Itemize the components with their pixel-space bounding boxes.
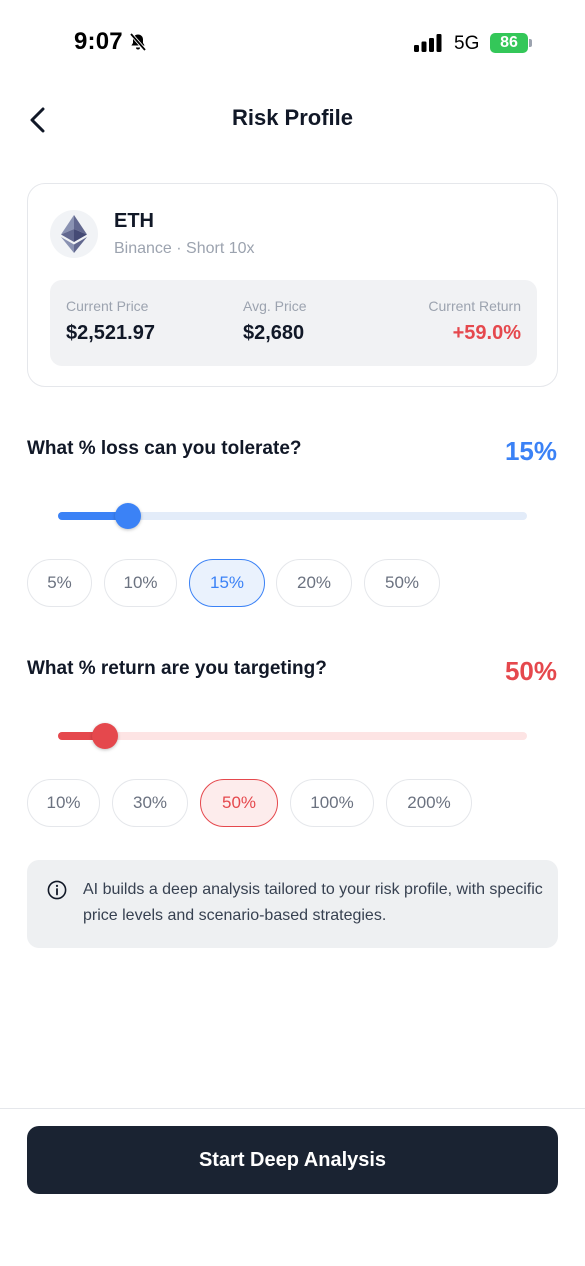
status-time: 9:07 [74,28,123,55]
page-title: Risk Profile [231,105,354,130]
start-deep-analysis-button[interactable]: Start Deep Analysis [27,1126,558,1194]
info-text: AI builds a deep analysis tailored to yo… [83,881,543,924]
loss-slider[interactable] [58,503,527,529]
current-return-label: Current Return [428,298,521,314]
avg-price-group: Avg. Price $2,680 [243,298,307,345]
info-banner: AI builds a deep analysis tailored to yo… [27,860,558,948]
bottom-divider [0,1108,585,1109]
current-price-value: $2,521.97 [66,322,155,344]
battery-icon: 86 [490,33,532,53]
avg-price-value: $2,680 [243,322,305,344]
target-slider-thumb[interactable] [92,723,118,749]
ethereum-icon [61,215,87,253]
target-option-10[interactable]: 10% [27,779,100,827]
current-price-group: Current Price $2,521.97 [66,298,155,345]
current-return-group: Current Return +59.0% [428,298,521,345]
battery-level: 86 [500,34,518,51]
network-label: 5G [454,33,480,54]
loss-value: 15% [504,436,557,466]
coin-symbol: ETH [114,210,154,232]
position-card: ETH Binance · Short 10x Current Price $2… [27,183,558,387]
current-return-value: +59.0% [452,322,521,344]
target-option-50[interactable]: 50% [200,779,278,827]
loss-option-20[interactable]: 20% [276,559,352,607]
target-question: What % return are you targeting? [27,658,327,679]
loss-question: What % loss can you tolerate? [27,438,302,459]
loss-slider-thumb[interactable] [115,503,141,529]
coin-avatar [50,210,98,258]
signal-icon [414,34,442,52]
target-option-200[interactable]: 200% [386,779,472,827]
info-icon [47,880,67,900]
loss-option-15[interactable]: 15% [189,559,265,607]
target-option-100[interactable]: 100% [290,779,374,827]
avg-price-label: Avg. Price [243,298,307,314]
target-value: 50% [504,656,557,686]
loss-option-10[interactable]: 10% [104,559,177,607]
target-option-30[interactable]: 30% [112,779,188,827]
bell-muted-icon [129,32,147,52]
loss-option-5[interactable]: 5% [27,559,92,607]
current-price-label: Current Price [66,298,149,314]
target-slider[interactable] [58,723,527,749]
position-meta: Binance · Short 10x [114,240,255,257]
status-bar: 9:07 5G 86 [0,0,585,86]
loss-option-50[interactable]: 50% [364,559,440,607]
price-summary: Current Price $2,521.97 Avg. Price $2,68… [50,280,537,366]
